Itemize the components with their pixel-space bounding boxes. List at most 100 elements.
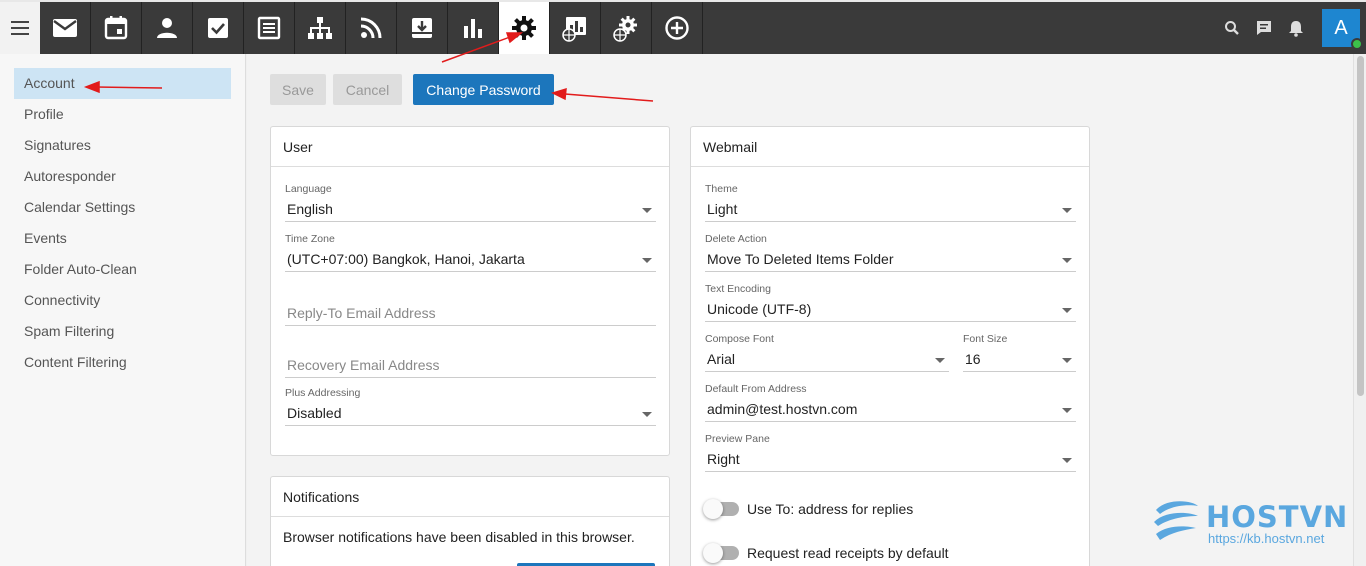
- sitemap-icon[interactable]: [295, 2, 346, 54]
- domain-settings-icon[interactable]: [601, 2, 652, 54]
- save-button[interactable]: Save: [270, 74, 326, 105]
- compose-font-select[interactable]: Arial: [705, 347, 949, 372]
- plus-addressing-field[interactable]: Plus Addressing Disabled: [285, 387, 656, 426]
- theme-select[interactable]: Light: [705, 197, 1076, 222]
- calendar-icon[interactable]: [91, 2, 142, 54]
- rss-icon[interactable]: [346, 2, 397, 54]
- hostvn-watermark: HOSTVN https://kb.hostvn.net: [1152, 500, 1352, 550]
- read-receipts-row[interactable]: Request read receipts by default: [703, 543, 949, 563]
- watermark-url: https://kb.hostvn.net: [1208, 531, 1325, 546]
- change-password-button[interactable]: Change Password: [413, 74, 554, 105]
- add-circle-icon[interactable]: [652, 2, 703, 54]
- language-field[interactable]: Language English: [285, 183, 656, 222]
- dropdown-caret-icon: [1062, 208, 1072, 213]
- hostvn-logo-icon: [1154, 501, 1198, 540]
- font-size-label: Font Size: [963, 333, 1008, 345]
- dropdown-caret-icon: [642, 412, 652, 417]
- sidebar-item-content-filtering[interactable]: Content Filtering: [14, 347, 231, 378]
- use-to-address-row[interactable]: Use To: address for replies: [703, 499, 914, 519]
- page-scrollbar[interactable]: [1353, 54, 1366, 566]
- sidebar-item-spam-filtering[interactable]: Spam Filtering: [14, 316, 231, 347]
- dropdown-caret-icon: [1062, 258, 1072, 263]
- text-encoding-label: Text Encoding: [705, 283, 771, 295]
- default-from-field[interactable]: Default From Address admin@test.hostvn.c…: [705, 383, 1076, 422]
- read-receipts-label: Request read receipts by default: [747, 545, 949, 561]
- avatar[interactable]: A: [1322, 9, 1363, 50]
- archive-download-icon[interactable]: [397, 2, 448, 54]
- timezone-field[interactable]: Time Zone (UTC+07:00) Bangkok, Hanoi, Ja…: [285, 233, 656, 272]
- text-encoding-value: Unicode (UTF-8): [707, 301, 812, 317]
- search-icon[interactable]: [1216, 2, 1248, 54]
- scrollbar-thumb[interactable]: [1357, 56, 1364, 396]
- plus-addressing-select[interactable]: Disabled: [285, 401, 656, 426]
- compose-font-field[interactable]: Compose Font Arial: [705, 333, 949, 372]
- recovery-email-field[interactable]: Recovery Email Address: [285, 353, 656, 378]
- timezone-label: Time Zone: [285, 233, 335, 245]
- dropdown-caret-icon: [1062, 358, 1072, 363]
- dropdown-caret-icon: [1062, 408, 1072, 413]
- default-from-value: admin@test.hostvn.com: [707, 401, 858, 417]
- reports-icon[interactable]: [448, 2, 499, 54]
- tasks-icon[interactable]: [193, 2, 244, 54]
- preview-pane-value: Right: [707, 451, 740, 467]
- webmail-card-title: Webmail: [691, 127, 1089, 167]
- delete-action-value: Move To Deleted Items Folder: [707, 251, 894, 267]
- reply-to-field[interactable]: Reply-To Email Address: [285, 301, 656, 326]
- topbar-right: A: [1216, 2, 1366, 54]
- text-encoding-field[interactable]: Text Encoding Unicode (UTF-8): [705, 283, 1076, 322]
- delete-action-label: Delete Action: [705, 233, 767, 245]
- plus-addressing-label: Plus Addressing: [285, 387, 361, 399]
- preview-pane-label: Preview Pane: [705, 433, 770, 445]
- font-size-value: 16: [965, 351, 981, 367]
- default-from-label: Default From Address: [705, 383, 807, 395]
- font-size-select[interactable]: 16: [963, 347, 1076, 372]
- sidebar-item-calendar-settings[interactable]: Calendar Settings: [14, 192, 231, 223]
- hamburger-menu-button[interactable]: [0, 2, 40, 54]
- user-card: User Language English Time Zone (UTC+07:…: [270, 126, 670, 456]
- sidebar-item-autoresponder[interactable]: Autoresponder: [14, 161, 231, 192]
- default-from-select[interactable]: admin@test.hostvn.com: [705, 397, 1076, 422]
- settings-main: Save Cancel Change Password User Languag…: [247, 54, 1353, 566]
- preview-pane-select[interactable]: Right: [705, 447, 1076, 472]
- compose-font-label: Compose Font: [705, 333, 774, 345]
- font-size-field[interactable]: Font Size 16: [963, 333, 1076, 372]
- settings-icon[interactable]: [499, 2, 550, 54]
- use-to-address-toggle[interactable]: [703, 499, 739, 519]
- domain-reports-icon[interactable]: [550, 2, 601, 54]
- cancel-button[interactable]: Cancel: [333, 74, 402, 105]
- sidebar-item-connectivity[interactable]: Connectivity: [14, 285, 231, 316]
- notifications-message: Browser notifications have been disabled…: [283, 529, 635, 545]
- language-select[interactable]: English: [285, 197, 656, 222]
- menu-icon: [11, 21, 29, 35]
- recovery-email-input[interactable]: Recovery Email Address: [285, 353, 656, 378]
- dropdown-caret-icon: [642, 258, 652, 263]
- online-status-dot: [1351, 38, 1363, 50]
- delete-action-select[interactable]: Move To Deleted Items Folder: [705, 247, 1076, 272]
- chat-icon[interactable]: [1248, 2, 1280, 54]
- dropdown-caret-icon: [935, 358, 945, 363]
- text-encoding-select[interactable]: Unicode (UTF-8): [705, 297, 1076, 322]
- delete-action-field[interactable]: Delete Action Move To Deleted Items Fold…: [705, 233, 1076, 272]
- sidebar-item-signatures[interactable]: Signatures: [14, 130, 231, 161]
- theme-field[interactable]: Theme Light: [705, 183, 1076, 222]
- dropdown-caret-icon: [1062, 308, 1072, 313]
- reply-to-input[interactable]: Reply-To Email Address: [285, 301, 656, 326]
- sidebar-item-profile[interactable]: Profile: [14, 99, 231, 130]
- mail-icon[interactable]: [40, 2, 91, 54]
- preview-pane-field[interactable]: Preview Pane Right: [705, 433, 1076, 472]
- timezone-select[interactable]: (UTC+07:00) Bangkok, Hanoi, Jakarta: [285, 247, 656, 272]
- read-receipts-toggle[interactable]: [703, 543, 739, 563]
- timezone-value: (UTC+07:00) Bangkok, Hanoi, Jakarta: [287, 251, 525, 267]
- theme-label: Theme: [705, 183, 738, 195]
- sidebar-item-folder-auto-clean[interactable]: Folder Auto-Clean: [14, 254, 231, 285]
- app-nav: [40, 2, 703, 54]
- notifications-bell-icon[interactable]: [1280, 2, 1312, 54]
- language-value: English: [287, 201, 333, 217]
- contacts-icon[interactable]: [142, 2, 193, 54]
- avatar-letter: A: [1334, 16, 1348, 39]
- sidebar-item-account[interactable]: Account: [14, 68, 231, 99]
- sidebar-item-events[interactable]: Events: [14, 223, 231, 254]
- notes-icon[interactable]: [244, 2, 295, 54]
- use-to-address-label: Use To: address for replies: [747, 501, 914, 517]
- user-card-title: User: [271, 127, 669, 167]
